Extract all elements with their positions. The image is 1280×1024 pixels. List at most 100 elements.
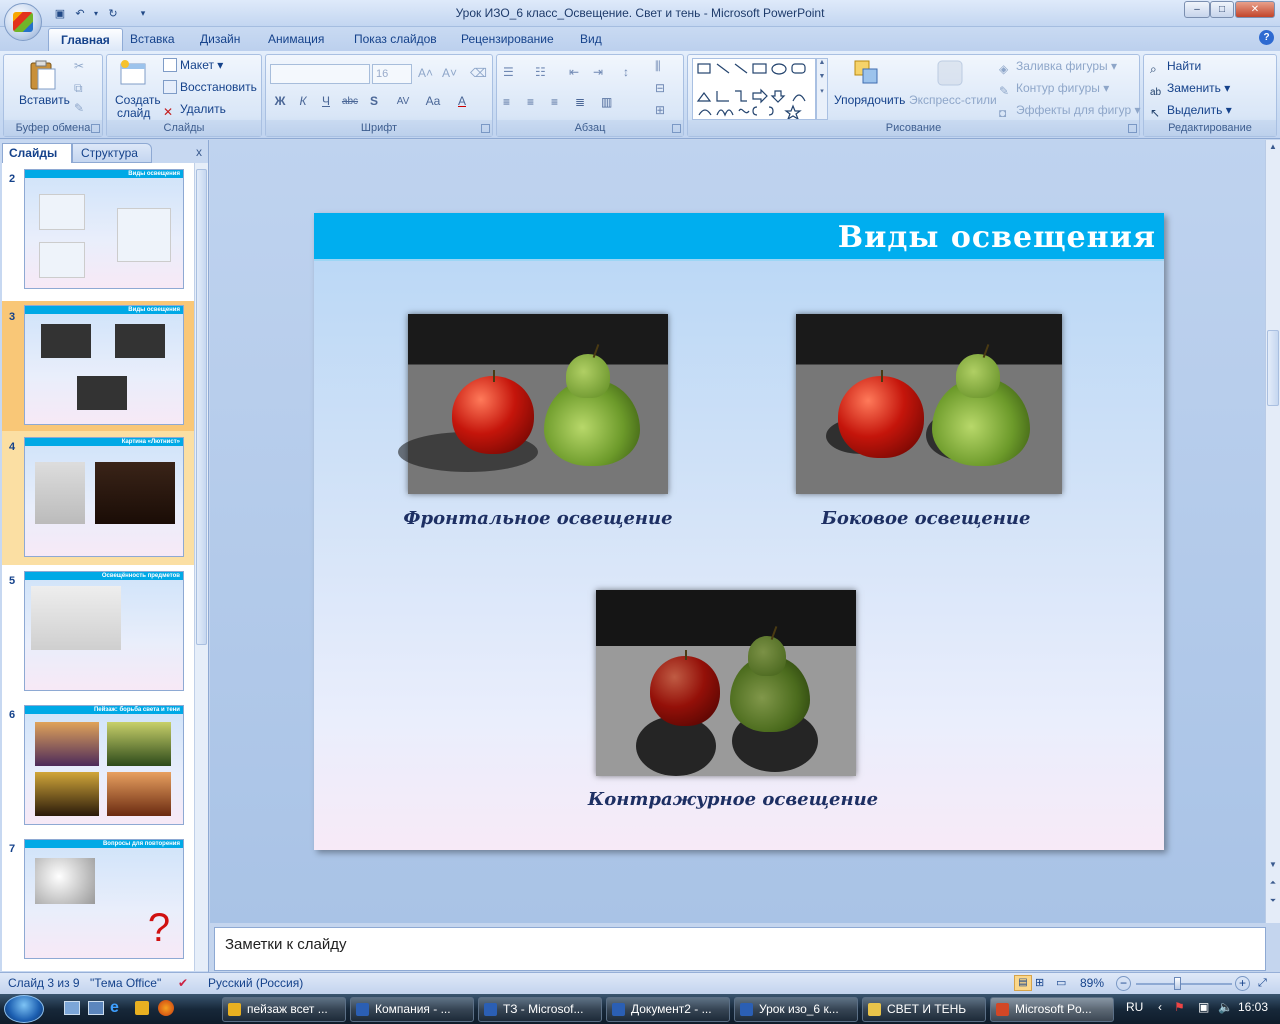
maximize-button[interactable]: □: [1210, 1, 1234, 18]
media-player-icon[interactable]: [135, 1001, 149, 1015]
decrease-indent-icon[interactable]: ⇤: [569, 65, 579, 79]
copy-icon[interactable]: ⧉: [74, 81, 83, 96]
line-spacing-icon[interactable]: ↕: [623, 65, 629, 79]
shapes-gallery[interactable]: [692, 58, 816, 121]
tab-review[interactable]: Рецензирование: [449, 28, 566, 51]
paste-button[interactable]: Вставить: [19, 93, 70, 107]
slide-scrollbar[interactable]: ▲ ▼ ⏶ ⏷: [1265, 140, 1280, 923]
minimize-button[interactable]: –: [1184, 1, 1210, 18]
tray-volume-icon[interactable]: 🔈: [1218, 1000, 1233, 1014]
cut-icon[interactable]: ✂: [74, 59, 84, 73]
thumbnail-slide-6[interactable]: Пейзаж: борьба света и тени: [24, 705, 184, 825]
office-button[interactable]: [4, 3, 42, 41]
panel-tab-outline[interactable]: Структура: [72, 143, 152, 163]
qat-customize-icon[interactable]: ▾: [135, 5, 151, 21]
align-text-icon[interactable]: ⊟: [655, 81, 665, 95]
zoom-slider-thumb[interactable]: [1174, 977, 1181, 990]
photo-frontal-lighting[interactable]: [398, 314, 668, 494]
tray-clock[interactable]: 16:03: [1238, 1000, 1268, 1014]
underline-button[interactable]: Ч: [316, 92, 336, 111]
tray-language[interactable]: RU: [1126, 1000, 1143, 1014]
justify-icon[interactable]: ≣: [575, 95, 585, 109]
taskbar-item-4[interactable]: Документ2 - ...: [606, 997, 730, 1022]
thumbnail-slide-7[interactable]: Вопросы для повторения ?: [24, 839, 184, 959]
normal-view-icon[interactable]: ▤: [1014, 975, 1032, 991]
start-button[interactable]: [4, 995, 44, 1023]
paragraph-launcher-icon[interactable]: [672, 124, 681, 133]
scroll-up-icon[interactable]: ▲: [1266, 140, 1280, 154]
thumbnail-scrollbar[interactable]: [194, 163, 208, 971]
align-center-icon[interactable]: ≡: [527, 95, 534, 109]
ie-icon[interactable]: e: [110, 999, 119, 1017]
replace-button[interactable]: ab Заменить ▾: [1150, 81, 1230, 101]
numbering-icon[interactable]: ☷: [535, 65, 546, 79]
text-direction-icon[interactable]: ⫼: [655, 59, 661, 74]
format-painter-icon[interactable]: ✎: [74, 101, 84, 115]
bold-button[interactable]: Ж: [270, 92, 290, 111]
strikethrough-button[interactable]: abc: [340, 92, 360, 111]
thumbnail-slide-4[interactable]: Картина «Лютнист»: [24, 437, 184, 557]
zoom-in-icon[interactable]: +: [1235, 976, 1250, 991]
clear-format-icon[interactable]: ⌫: [470, 66, 487, 80]
tray-flag-icon[interactable]: ⚑: [1174, 1000, 1185, 1014]
status-language[interactable]: Русский (Россия): [208, 973, 303, 994]
find-button[interactable]: ⌕ Найти: [1150, 59, 1201, 76]
zoom-out-icon[interactable]: −: [1116, 976, 1131, 991]
prev-slide-icon[interactable]: ⏶: [1266, 876, 1280, 890]
undo-icon[interactable]: ↶: [72, 5, 88, 21]
slide-sorter-icon[interactable]: ⊞: [1035, 973, 1044, 994]
undo-dropdown-icon[interactable]: ▾: [88, 5, 104, 21]
panel-tab-slides[interactable]: Слайды: [2, 143, 72, 163]
taskbar-item-6[interactable]: СВЕТ И ТЕНЬ: [862, 997, 986, 1022]
drawing-launcher-icon[interactable]: [1128, 124, 1137, 133]
font-color-button[interactable]: A: [452, 92, 472, 111]
select-button[interactable]: ↖ Выделить ▾: [1150, 103, 1232, 120]
firefox-icon[interactable]: [158, 1000, 174, 1016]
zoom-level[interactable]: 89%: [1080, 973, 1104, 994]
italic-button[interactable]: К: [293, 92, 313, 111]
switch-windows-icon[interactable]: [88, 1001, 104, 1015]
slide-scroll-thumb[interactable]: [1267, 330, 1279, 406]
thumbnail-row-2[interactable]: 2 Виды освещения: [2, 163, 194, 297]
clipboard-launcher-icon[interactable]: [91, 124, 100, 133]
scroll-down-icon[interactable]: ▼: [1266, 858, 1280, 872]
tab-design[interactable]: Дизайн: [188, 28, 252, 51]
change-case-button[interactable]: Aa: [420, 92, 446, 111]
taskbar-item-3[interactable]: ТЗ - Microsof...: [478, 997, 602, 1022]
align-right-icon[interactable]: ≡: [551, 95, 558, 109]
caption-frontal[interactable]: Фронтальное освещение: [398, 508, 678, 529]
reset-button[interactable]: Восстановить: [163, 80, 257, 94]
taskbar-item-2[interactable]: Компания - ...: [350, 997, 474, 1022]
columns-icon[interactable]: ▥: [601, 95, 612, 109]
tab-home[interactable]: Главная: [48, 28, 123, 51]
caption-back[interactable]: Контражурное освещение: [576, 789, 890, 810]
taskbar-item-1[interactable]: пейзаж всет ...: [222, 997, 346, 1022]
new-slide-button-line2[interactable]: слайд: [117, 106, 150, 120]
thumbnail-slide-3[interactable]: Виды освещения: [24, 305, 184, 425]
thumbnail-row-4[interactable]: 4 Картина «Лютнист»: [2, 431, 194, 565]
thumbnail-scroll-thumb[interactable]: [196, 169, 207, 645]
panel-close-icon[interactable]: x: [192, 145, 206, 159]
thumbnail-row-5[interactable]: 5 Освещённость предметов: [2, 565, 194, 699]
quick-styles-button[interactable]: Экспресс-стили: [909, 93, 997, 107]
thumbnail-slide-2[interactable]: Виды освещения: [24, 169, 184, 289]
tab-animation[interactable]: Анимация: [256, 28, 336, 51]
zoom-slider-track[interactable]: [1136, 983, 1232, 985]
fit-to-window-icon[interactable]: ⤢: [1258, 973, 1267, 994]
redo-icon[interactable]: ↻: [105, 5, 121, 21]
tab-insert[interactable]: Вставка: [118, 28, 187, 51]
bullets-icon[interactable]: ☰: [503, 65, 514, 79]
thumbnail-slide-5[interactable]: Освещённость предметов: [24, 571, 184, 691]
font-size-combo[interactable]: 16: [372, 64, 412, 84]
thumbnail-row-6[interactable]: 6 Пейзаж: борьба света и тени: [2, 699, 194, 833]
arrange-button[interactable]: Упорядочить: [834, 93, 905, 107]
shapes-gallery-scroll[interactable]: ▲ ▼ ▾: [816, 58, 828, 120]
tab-slideshow[interactable]: Показ слайдов: [342, 28, 449, 51]
show-desktop-icon[interactable]: [64, 1001, 80, 1015]
close-button[interactable]: ✕: [1235, 1, 1275, 18]
align-left-icon[interactable]: ≡: [503, 95, 510, 109]
caption-side[interactable]: Боковое освещение: [790, 508, 1062, 529]
tray-network-icon[interactable]: ▣: [1198, 1000, 1209, 1014]
taskbar-item-5[interactable]: Урок изо_6 к...: [734, 997, 858, 1022]
notes-pane[interactable]: Заметки к слайду: [214, 927, 1266, 971]
